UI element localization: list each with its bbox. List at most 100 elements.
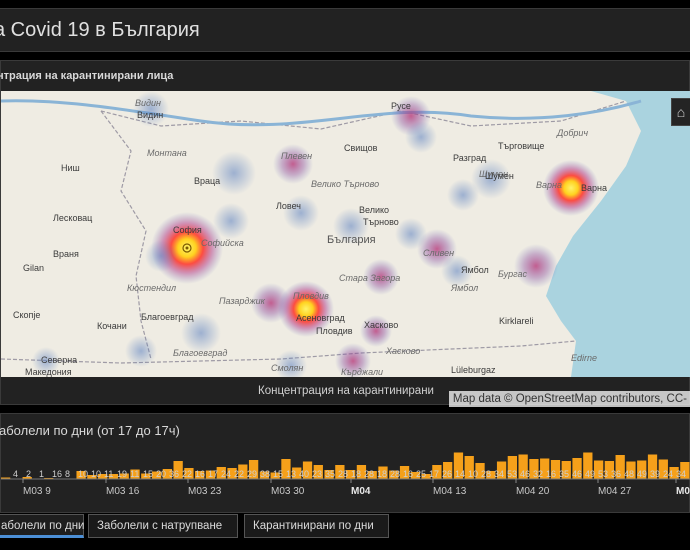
x-axis-ticks: M03 9 M03 16 M03 23 M03 30 M04 M04 13 M04 20 M0… — [22, 479, 690, 497]
bar-value-label: 24 — [663, 469, 673, 479]
place-label: Хасково — [385, 346, 420, 356]
bar-value-label: 16 — [546, 469, 556, 479]
place-label: Edirne — [571, 353, 597, 363]
heat-blob — [133, 91, 169, 127]
bar-value-label: 22 — [182, 469, 192, 479]
bar-value-label: 35 — [559, 469, 569, 479]
bar-value-label: 2 — [26, 469, 31, 479]
heat-blob — [145, 240, 177, 272]
x-tick-label: M03 23 — [188, 486, 222, 497]
place-label: София — [173, 225, 202, 235]
bar-value-label: 36 — [611, 469, 621, 479]
bar-value-label: 17 — [429, 469, 439, 479]
bar-value-label: 22 — [234, 469, 244, 479]
chart-panel: аболели по дни (от 17 до 17ч) 4 2 1 16 8 10 10… — [0, 413, 690, 513]
bar-value-label: 24 — [221, 469, 231, 479]
place-label: Благоевград — [141, 312, 194, 322]
bar-value-label: 35 — [325, 469, 335, 479]
place-label: Благоевград — [173, 348, 227, 358]
x-tick-label: M04 13 — [433, 486, 467, 497]
heat-blob — [405, 121, 437, 153]
bar-value-label: 25 — [416, 469, 426, 479]
place-label: Пловдив — [293, 291, 329, 301]
tab-daily-quarantined[interactable]: Карантинирани по дни — [244, 514, 389, 538]
bar-value-label: 15 — [273, 469, 283, 479]
place-label: Кюстендил — [127, 283, 176, 293]
place-label: Свищов — [344, 143, 378, 153]
bar-value-label: 10 — [91, 469, 101, 479]
place-label: Враня — [53, 249, 79, 259]
bar-value-label: 34 — [494, 469, 504, 479]
map-caption: Концентрация на карантинирани — [258, 385, 434, 397]
bar-value-label: 28 — [481, 469, 491, 479]
place-label: Разград — [453, 153, 487, 163]
heat-blob — [447, 179, 479, 211]
place-label: Скопје — [13, 310, 40, 320]
dashboard-header: а Covid 19 в България — [0, 8, 690, 52]
bar-value-label: 15 — [143, 469, 153, 479]
map-canvas[interactable]: Видин Русе Добрич Видин Монтана Плевен Свищов Ш… — [1, 91, 690, 377]
place-label: Варна — [536, 180, 562, 190]
daily-cases-chart[interactable]: 4 2 1 16 8 10 10 11 19 11 15 20 36 22 16 17 24 22 29 38 15 13… — [1, 436, 690, 512]
tab-cumulative-cases[interactable]: Заболели с натрупване — [88, 514, 238, 538]
place-label: Враца — [194, 176, 220, 186]
place-label: Велико — [359, 205, 389, 215]
heat-blob — [125, 335, 157, 367]
bar-value-label: 40 — [299, 469, 309, 479]
bar-value-label: 19 — [117, 469, 127, 479]
heat-blob — [212, 151, 256, 195]
bar-value-label: 10 — [468, 469, 478, 479]
bar-value-label: 1 — [39, 469, 44, 479]
bar-value-label: 53 — [507, 469, 517, 479]
place-label: Добрич — [556, 128, 588, 138]
place-label: Сливен — [423, 248, 454, 258]
place-label: Лесковац — [53, 213, 92, 223]
bar-value-label: 28 — [364, 469, 374, 479]
x-tick-label: M03 30 — [271, 486, 305, 497]
place-label: Ямбол — [461, 265, 489, 275]
bar-value-label: 10 — [78, 469, 88, 479]
x-tick-label: M03 9 — [23, 486, 51, 497]
map-panel-title: нтрация на карантинирани лица — [0, 70, 174, 82]
place-label: Бургас — [498, 269, 528, 279]
home-button[interactable]: ⌂ — [671, 98, 690, 126]
place-label: Кочани — [97, 321, 127, 331]
bar-value-label: 13 — [286, 469, 296, 479]
x-tick-label: M04 — [351, 486, 371, 497]
x-tick-label: M04 20 — [516, 486, 550, 497]
bar-value-label: 32 — [533, 469, 543, 479]
place-label: Русе — [391, 101, 411, 111]
x-tick-label: M0 — [676, 486, 690, 497]
x-tick-label: M04 27 — [598, 486, 632, 497]
place-label: Ловеч — [276, 201, 301, 211]
home-icon: ⌂ — [676, 104, 686, 120]
bar-value-label: 34 — [676, 469, 686, 479]
bar-value-label: 29 — [247, 469, 257, 479]
heatmap-map[interactable]: Видин Русе Добрич Видин Монтана Плевен Свищов Ш… — [1, 91, 690, 407]
place-label: Ямбол — [450, 283, 478, 293]
place-label: Софийска — [201, 238, 244, 248]
tab-daily-cases[interactable]: аболели по дни — [0, 514, 84, 538]
place-label: Видин — [137, 110, 163, 120]
bar-value-label: 53 — [598, 469, 608, 479]
place-label: Македония — [25, 367, 72, 377]
place-label: Хасково — [364, 320, 398, 330]
place-label: Кърджали — [341, 367, 383, 377]
chart-tabs: аболели по дни Заболели с натрупване Кар… — [0, 514, 690, 542]
bar-value-label: 28 — [390, 469, 400, 479]
bar-value-label: 11 — [130, 469, 139, 479]
place-label: Пазарджик — [219, 296, 266, 306]
bar-value-label: 38 — [260, 469, 270, 479]
place-label: Gilan — [23, 263, 44, 273]
bar-value-label: 18 — [377, 469, 387, 479]
bar-value-label: 23 — [312, 469, 322, 479]
bar-value-label: 49 — [585, 469, 595, 479]
bar-value-label: 18 — [351, 469, 361, 479]
bar-value-label: 46 — [572, 469, 582, 479]
bar-value-label: 20 — [156, 469, 166, 479]
x-tick-label: M03 16 — [106, 486, 140, 497]
heat-blob — [273, 144, 313, 184]
place-label: Kirklareli — [499, 316, 534, 326]
place-label: България — [327, 234, 376, 246]
place-label: Северна — [41, 355, 77, 365]
